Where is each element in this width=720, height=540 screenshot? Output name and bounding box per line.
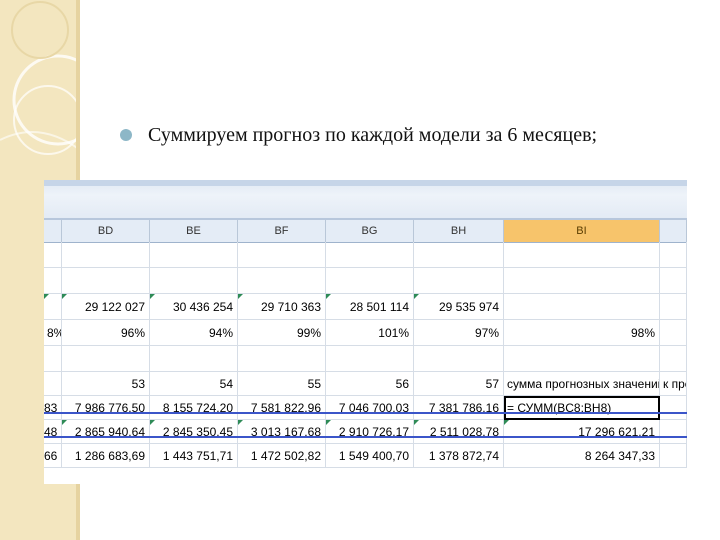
cell[interactable]: 28 501 114	[326, 294, 414, 320]
cell[interactable]: 2 845 350,45	[150, 420, 238, 444]
cell[interactable]: 1 472 502,82	[238, 444, 326, 468]
column-header-bi[interactable]: BI	[504, 220, 660, 242]
cell-grid: 29 122 027 30 436 254 29 710 363 28 501 …	[44, 242, 687, 468]
cell[interactable]	[414, 242, 504, 268]
cell[interactable]: 7 381 786,16	[414, 396, 504, 420]
table-row: 29 122 027 30 436 254 29 710 363 28 501 …	[44, 294, 687, 320]
table-row: 66 1 286 683,69 1 443 751,71 1 472 502,8…	[44, 444, 687, 468]
cell[interactable]	[660, 444, 687, 468]
cell[interactable]	[504, 242, 660, 268]
cell[interactable]	[44, 242, 62, 268]
cell[interactable]	[660, 420, 687, 444]
ribbon-bar	[44, 180, 687, 220]
cell[interactable]: 17 296 621,21	[504, 420, 660, 444]
table-row: 8% 96% 94% 99% 101% 97% 98%	[44, 320, 687, 346]
cell[interactable]: 29 535 974	[414, 294, 504, 320]
cell[interactable]: 66	[44, 444, 62, 468]
column-header[interactable]	[660, 220, 687, 242]
column-header-row: BD BE BF BG BH BI	[44, 220, 687, 243]
cell[interactable]: 2 910 726,17	[326, 420, 414, 444]
cell[interactable]: 94%	[150, 320, 238, 346]
cell[interactable]	[44, 268, 62, 294]
bullet-text: Суммируем прогноз по каждой модели за 6 …	[148, 123, 598, 146]
cell[interactable]: 57	[414, 372, 504, 396]
cell[interactable]	[660, 268, 687, 294]
cell[interactable]	[150, 242, 238, 268]
table-row: 48 2 865 940,64 2 845 350,45 3 013 167,6…	[44, 420, 687, 444]
cell[interactable]	[326, 346, 414, 372]
cell[interactable]	[326, 268, 414, 294]
cell[interactable]: 54	[150, 372, 238, 396]
cell[interactable]: к пре	[660, 372, 687, 396]
column-header-bh[interactable]: BH	[414, 220, 504, 242]
cell[interactable]	[504, 268, 660, 294]
cell[interactable]	[238, 242, 326, 268]
column-header[interactable]	[44, 220, 62, 242]
cell[interactable]: 7 046 700,03	[326, 396, 414, 420]
cell[interactable]: 98%	[504, 320, 660, 346]
cell[interactable]	[62, 268, 150, 294]
cell[interactable]: 29 710 363	[238, 294, 326, 320]
row-highlight-line-bottom	[44, 436, 687, 438]
cell[interactable]: 2 511 028,78	[414, 420, 504, 444]
cell-header-label[interactable]: сумма прогнозных значений	[504, 372, 660, 396]
cell[interactable]: 99%	[238, 320, 326, 346]
table-row: 53 54 55 56 57 сумма прогнозных значений…	[44, 372, 687, 396]
column-header-bf[interactable]: BF	[238, 220, 326, 242]
cell[interactable]: 7 986 776,50	[62, 396, 150, 420]
table-row	[44, 346, 687, 372]
cell[interactable]	[44, 346, 62, 372]
cell[interactable]: 48	[44, 420, 62, 444]
cell[interactable]	[62, 346, 150, 372]
spreadsheet-screenshot: BD BE BF BG BH BI 29 122 027 30 436 254 …	[44, 180, 687, 484]
bullet-item: Суммируем прогноз по каждой модели за 6 …	[120, 124, 597, 146]
column-header-bd[interactable]: BD	[62, 220, 150, 242]
cell[interactable]: 8 264 347,33	[504, 444, 660, 468]
cell[interactable]	[414, 268, 504, 294]
cell[interactable]	[326, 242, 414, 268]
cell[interactable]: 1 443 751,71	[150, 444, 238, 468]
cell[interactable]: 1 549 400,70	[326, 444, 414, 468]
cell[interactable]	[44, 372, 62, 396]
table-row	[44, 268, 687, 294]
row-highlight-line-top	[44, 412, 687, 414]
cell[interactable]: 8%	[44, 320, 62, 346]
cell[interactable]	[414, 346, 504, 372]
cell[interactable]	[660, 242, 687, 268]
active-formula-cell[interactable]: = СУММ(BC8:BH8)	[504, 396, 660, 420]
cell[interactable]: 7 581 822,96	[238, 396, 326, 420]
cell[interactable]	[660, 396, 687, 420]
cell[interactable]: 8 155 724,20	[150, 396, 238, 420]
column-header-be[interactable]: BE	[150, 220, 238, 242]
column-header-bg[interactable]: BG	[326, 220, 414, 242]
cell[interactable]: 56	[326, 372, 414, 396]
cell[interactable]: 83	[44, 396, 62, 420]
cell[interactable]: 1 286 683,69	[62, 444, 150, 468]
cell[interactable]	[660, 346, 687, 372]
table-row	[44, 242, 687, 268]
cell[interactable]	[660, 320, 687, 346]
cell[interactable]: 29 122 027	[62, 294, 150, 320]
cell[interactable]: 97%	[414, 320, 504, 346]
table-row: 83 7 986 776,50 8 155 724,20 7 581 822,9…	[44, 396, 687, 420]
cell[interactable]	[44, 294, 62, 320]
cell[interactable]: 1 378 872,74	[414, 444, 504, 468]
cell[interactable]: 96%	[62, 320, 150, 346]
cell[interactable]	[504, 346, 660, 372]
cell[interactable]: 55	[238, 372, 326, 396]
cell[interactable]: 53	[62, 372, 150, 396]
cell[interactable]	[150, 346, 238, 372]
cell[interactable]: 2 865 940,64	[62, 420, 150, 444]
cell[interactable]	[150, 268, 238, 294]
cell[interactable]: 3 013 167,68	[238, 420, 326, 444]
cell[interactable]	[62, 242, 150, 268]
cell[interactable]	[238, 346, 326, 372]
cell[interactable]: 30 436 254	[150, 294, 238, 320]
bullet-dot-icon	[120, 129, 132, 141]
cell[interactable]	[238, 268, 326, 294]
cell[interactable]	[660, 294, 687, 320]
cell[interactable]: 101%	[326, 320, 414, 346]
cell[interactable]	[504, 294, 660, 320]
